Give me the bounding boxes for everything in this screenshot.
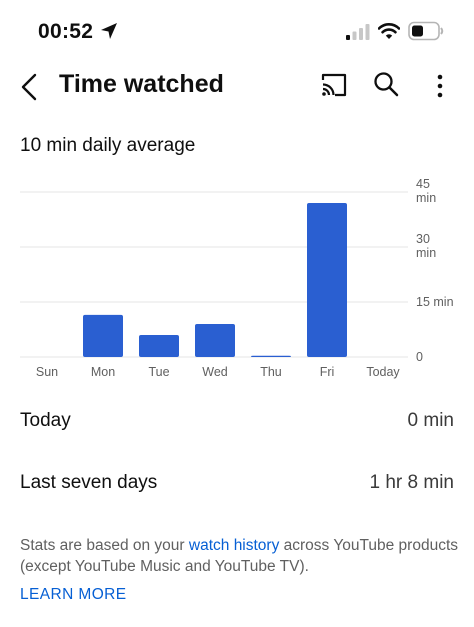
battery-icon [408,21,444,41]
x-tick-label: Today [366,365,400,379]
x-tick-label: Fri [320,365,335,379]
y-tick-label: 0 [416,350,423,364]
chart-bar [307,203,347,357]
stat-row-last-seven-days: Last seven days 1 hr 8 min [20,472,454,498]
signal-icon [346,24,370,40]
stats-note-text: Stats are based on your [20,537,189,554]
watch-history-link[interactable]: watch history [189,537,279,554]
chart-bar [251,355,291,357]
y-tick-label: 45 min [416,177,436,205]
cast-icon[interactable] [320,72,348,98]
stat-row-today: Today 0 min [20,410,454,436]
x-tick-label: Thu [260,365,282,379]
chart-bar [139,335,179,357]
status-bar: 00:52 [0,0,474,60]
x-tick-label: Tue [148,365,169,379]
location-arrow-icon [101,23,117,39]
x-tick-label: Sun [36,365,58,379]
back-icon[interactable] [18,72,40,102]
app-header: Time watched [0,60,474,112]
stat-value: 1 hr 8 min [369,472,454,493]
chart-bar [83,314,123,357]
stats-note: Stats are based on your watch history ac… [20,535,460,577]
y-tick-label: 15 min [416,295,454,309]
daily-average: 10 min daily average [20,135,196,156]
wifi-icon [378,23,400,39]
search-icon[interactable] [373,71,399,97]
watch-time-chart: 45 min 30 min 15 min 0 Sun Mon Tue Wed Thu Fri Today [20,177,454,379]
x-tick-label: Wed [202,365,228,379]
stat-value: 0 min [407,410,454,431]
stat-label: Last seven days [20,472,158,493]
chart-bar [195,324,235,357]
x-tick-label: Mon [91,365,115,379]
more-vert-icon[interactable] [430,71,450,101]
stat-label: Today [20,410,71,431]
y-tick-label: 30 min [416,232,436,260]
page-title: Time watched [59,70,224,98]
learn-more-link[interactable]: LEARN MORE [20,586,127,604]
status-time: 00:52 [38,20,94,43]
